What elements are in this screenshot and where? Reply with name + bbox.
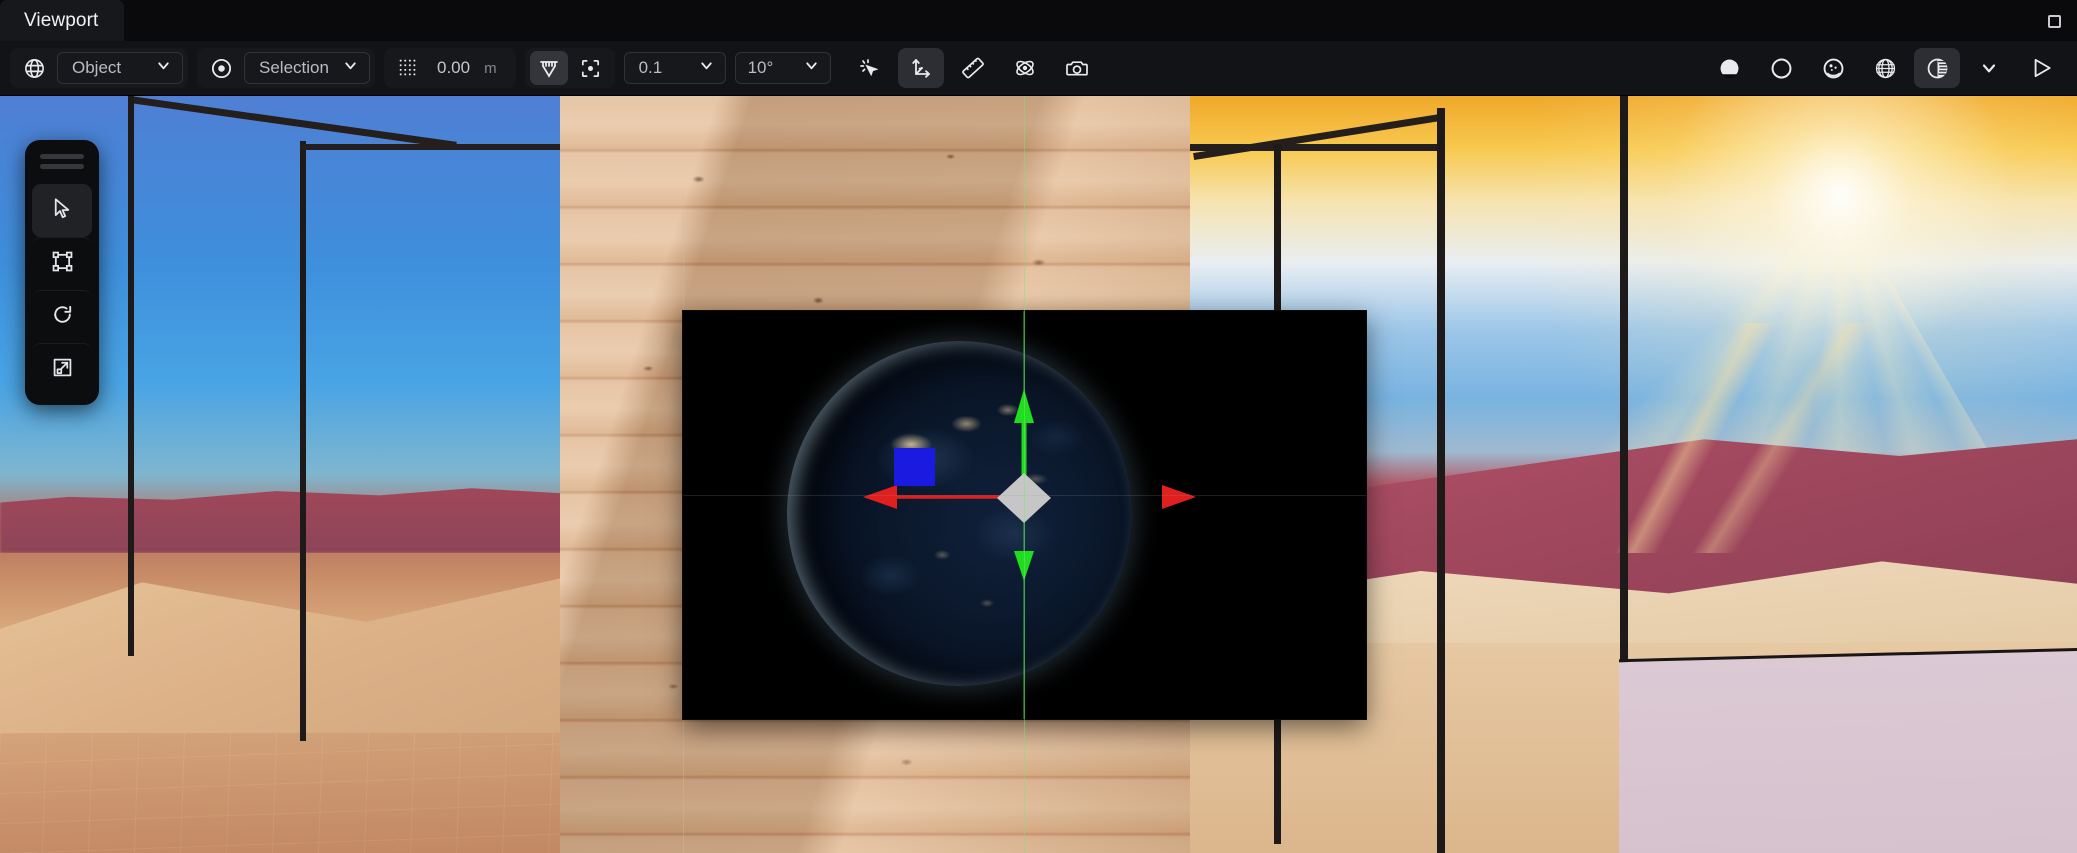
globe-icon[interactable] [15,51,53,85]
viewport-tab-label: Viewport [24,9,99,31]
chevron-down-icon [698,57,715,79]
camera-icon[interactable] [1054,48,1100,88]
play-triangle-icon[interactable] [2018,48,2064,88]
palette-move-tool[interactable] [32,237,92,290]
cursor-arrow-icon [50,196,75,226]
grip-bar [40,154,84,159]
focus-brackets-icon[interactable] [572,51,610,85]
shading-material-icon[interactable] [1810,48,1856,88]
pivot-target-icon[interactable] [202,51,240,85]
grid-group: 0.00 m [384,48,516,88]
axis-gizmo-icon[interactable] [897,48,944,88]
chevron-down-icon [155,57,172,79]
rotate-increment-value: 10° [747,58,774,77]
earth-atmosphere-limb [787,341,1132,686]
pivot-mode-select[interactable]: Selection [244,52,370,84]
grid-size-field[interactable]: 0.00 m [431,58,511,78]
transform-space-group: Object [10,48,188,88]
ceiling-beam-right [1193,114,1442,161]
header-beam-right [1190,144,1440,151]
rotate-increment-select[interactable]: 10° [734,52,831,84]
cursor-click-icon[interactable] [846,48,892,88]
grip-bar [40,164,84,169]
bounding-box-move-icon [50,249,75,279]
window-mullion-right-2 [1437,108,1445,853]
window-mullion-left-2 [300,141,306,741]
viewport-tab[interactable]: Viewport [0,0,125,41]
drag-handle-icon[interactable] [32,148,92,184]
transform-space-value: Object [72,58,122,77]
main-toolbar: Object Selection 0.00 m 0.1 10° [0,41,2077,96]
move-increment-select[interactable]: 0.1 [623,52,726,84]
pivot-mode-group: Selection [197,48,375,88]
title-bar: Viewport [0,0,2077,41]
maximize-square-icon[interactable] [2041,8,2067,34]
scale-expand-icon [50,355,75,385]
palette-scale-tool[interactable] [32,343,92,396]
shading-overflow-chevron-down-icon[interactable] [1966,48,2012,88]
rotate-arrow-icon [50,302,75,332]
chevron-down-icon [803,57,820,79]
shading-globe-grid-icon[interactable] [1862,48,1908,88]
palette-rotate-tool[interactable] [32,290,92,343]
snapping-group [524,48,615,88]
maximize-glyph [2047,14,2061,28]
shading-wireframe-icon[interactable] [1758,48,1804,88]
earth-render [787,341,1132,686]
chevron-down-icon [342,57,359,79]
shading-solid-icon[interactable] [1706,48,1752,88]
sun-rays-right [1340,323,2077,553]
palette-select-tool[interactable] [32,184,92,237]
pink-panel[interactable] [1619,648,2077,853]
header-beam-left [300,144,585,150]
tool-palette[interactable] [25,140,99,405]
mesa-ridge [0,488,575,553]
window-mullion-left-1 [128,96,134,656]
ceiling-beam-left [129,96,457,149]
physics-atom-icon[interactable] [1002,48,1048,88]
vertical-snap-guide [1024,96,1025,853]
ruler-icon[interactable] [950,48,996,88]
snap-magnet-icon[interactable] [529,51,568,85]
pivot-mode-value: Selection [259,58,329,77]
floor-grid-left [0,733,575,853]
move-increment-value: 0.1 [638,58,663,77]
viewport-canvas[interactable] [0,96,2077,853]
grid-dots-icon[interactable] [389,51,427,85]
transform-space-select[interactable]: Object [57,52,183,84]
grid-size-value: 0.00 [437,58,471,77]
grid-size-unit: m [484,60,497,77]
shading-split-icon[interactable] [1914,48,1960,88]
